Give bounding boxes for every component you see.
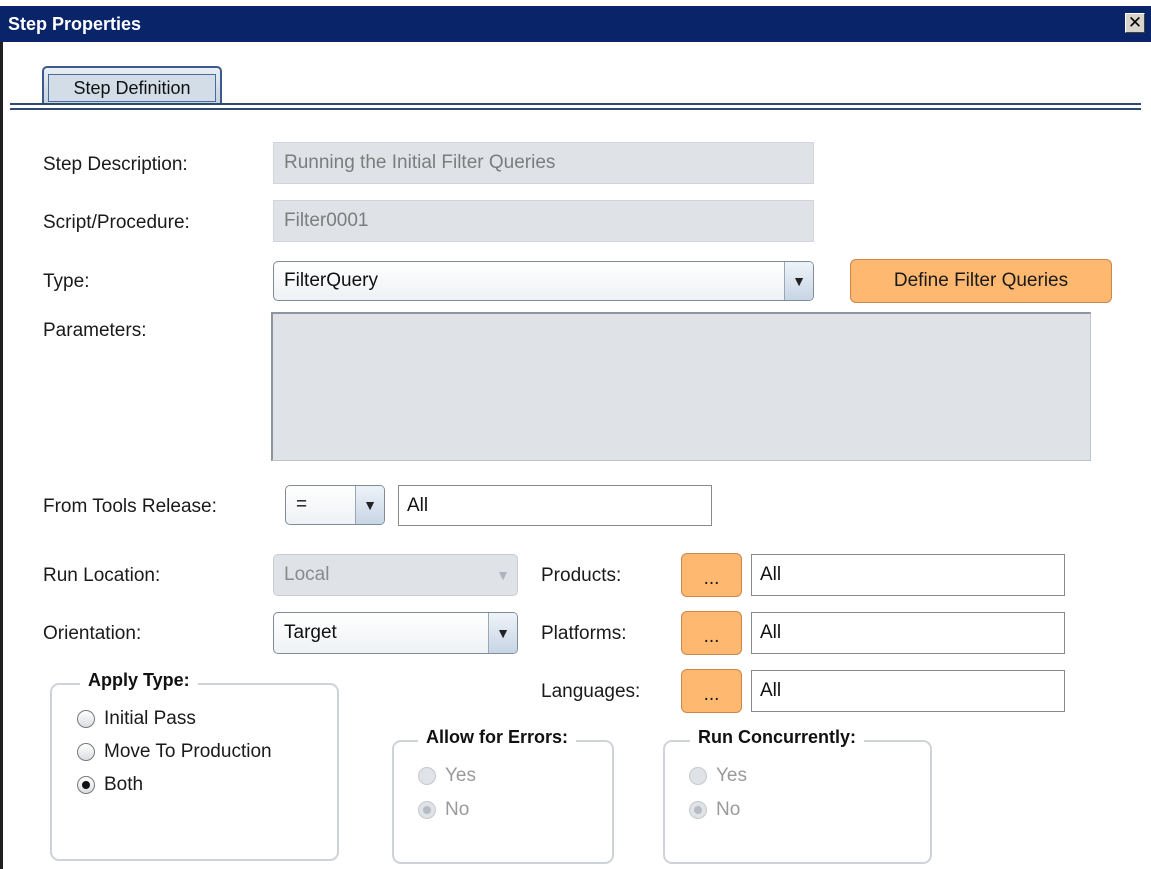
radio-label: Both — [104, 774, 144, 795]
from-tools-release-label: From Tools Release: — [43, 496, 217, 517]
platforms-picker-button[interactable]: ... — [681, 611, 742, 655]
run-concurrently-option-yes: Yes — [689, 765, 747, 787]
define-filter-queries-button[interactable]: Define Filter Queries — [850, 259, 1112, 303]
products-label: Products: — [541, 565, 622, 586]
type-select[interactable]: FilterQuery ▼ — [273, 261, 814, 301]
products-field[interactable]: All — [751, 554, 1065, 596]
radio-label: Initial Pass — [104, 708, 196, 729]
tools-release-operator-select[interactable]: = ▼ — [285, 485, 385, 525]
allow-for-errors-option-no: No — [418, 799, 469, 821]
script-procedure-field[interactable]: Filter0001 — [273, 200, 814, 242]
apply-type-option-initial-pass[interactable]: Initial Pass — [77, 708, 196, 730]
parameters-textarea[interactable] — [271, 312, 1091, 461]
title-bar: Step Properties ✕ — [0, 6, 1151, 42]
orientation-value: Target — [284, 622, 337, 643]
chevron-down-icon[interactable]: ▼ — [488, 613, 517, 653]
orientation-select[interactable]: Target ▼ — [273, 612, 518, 654]
close-icon: ✕ — [1127, 13, 1143, 32]
products-picker-button[interactable]: ... — [681, 553, 742, 597]
window-left-border — [0, 42, 3, 869]
apply-type-option-move-to-production[interactable]: Move To Production — [77, 741, 272, 763]
radio-button[interactable] — [77, 710, 95, 728]
platforms-field[interactable]: All — [751, 612, 1065, 654]
tab-divider-secondary — [10, 108, 1141, 110]
run-concurrently-title: Run Concurrently: — [690, 727, 865, 748]
radio-label: Move To Production — [104, 741, 272, 762]
tab-label: Step Definition — [48, 74, 216, 102]
radio-label: No — [716, 799, 741, 820]
script-procedure-label: Script/Procedure: — [43, 212, 190, 233]
run-location-value: Local — [284, 564, 330, 585]
close-button[interactable]: ✕ — [1125, 13, 1145, 33]
languages-field[interactable]: All — [751, 670, 1065, 712]
radio-label: Yes — [716, 765, 747, 786]
apply-type-title: Apply Type: — [80, 670, 198, 691]
tools-release-value-field[interactable]: All — [398, 485, 712, 526]
languages-label: Languages: — [541, 681, 641, 702]
radio-button-disabled-selected — [418, 801, 436, 819]
radio-label: Yes — [445, 765, 476, 786]
languages-picker-button[interactable]: ... — [681, 669, 742, 713]
run-concurrently-option-no: No — [689, 799, 740, 821]
orientation-label: Orientation: — [43, 623, 142, 644]
allow-for-errors-title: Allow for Errors: — [418, 727, 577, 748]
radio-button-disabled-selected — [689, 801, 707, 819]
step-description-label: Step Description: — [43, 154, 188, 175]
tools-release-operator-value: = — [296, 494, 308, 515]
step-description-field[interactable]: Running the Initial Filter Queries — [273, 142, 814, 184]
chevron-down-icon: ▼ — [496, 567, 510, 583]
type-label: Type: — [43, 271, 90, 292]
chevron-down-icon[interactable]: ▼ — [784, 262, 813, 300]
radio-button-selected[interactable] — [77, 776, 95, 794]
radio-label: No — [445, 799, 470, 820]
parameters-label: Parameters: — [43, 320, 147, 341]
radio-button[interactable] — [77, 743, 95, 761]
run-location-label: Run Location: — [43, 565, 161, 586]
platforms-label: Platforms: — [541, 623, 627, 644]
tab-step-definition[interactable]: Step Definition — [42, 66, 222, 104]
allow-for-errors-option-yes: Yes — [418, 765, 476, 787]
chevron-down-icon[interactable]: ▼ — [355, 486, 384, 524]
type-select-value: FilterQuery — [284, 270, 378, 291]
tab-divider — [10, 103, 1141, 105]
window-title: Step Properties — [8, 14, 142, 34]
radio-button-disabled — [418, 767, 436, 785]
apply-type-option-both[interactable]: Both — [77, 774, 143, 796]
run-location-select[interactable]: Local ▼ — [273, 554, 518, 596]
radio-button-disabled — [689, 767, 707, 785]
